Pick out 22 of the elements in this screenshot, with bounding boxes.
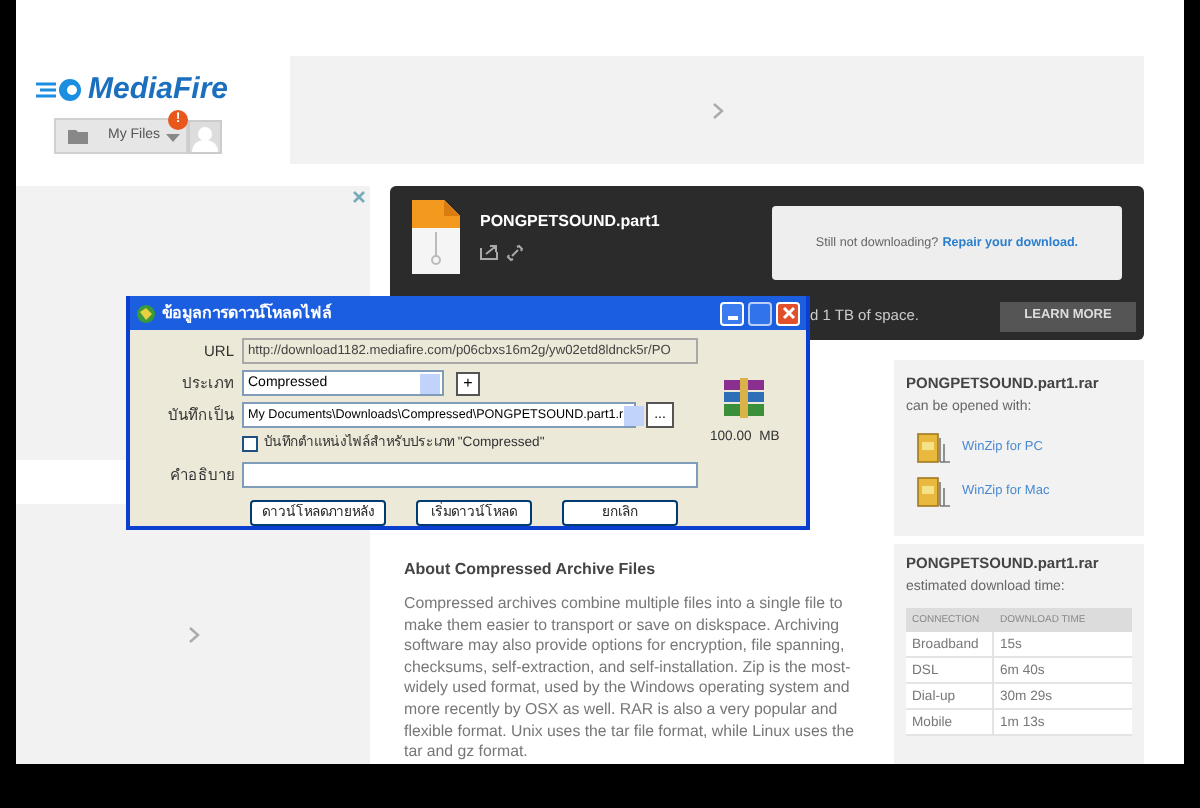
archive-icon: [914, 475, 950, 508]
add-button[interactable]: +: [456, 371, 480, 395]
file-name: PONGPETSOUND.part1: [480, 210, 660, 234]
archive-icon: [914, 431, 950, 464]
chevron-icon: [711, 101, 723, 119]
description-field[interactable]: [242, 462, 698, 489]
minimize-button[interactable]: [720, 301, 744, 325]
globe-icon: [136, 303, 156, 323]
dialog-title: ข้อมูลการดาวน์โหลดไฟล์: [162, 301, 332, 325]
share-icon[interactable]: [480, 244, 498, 260]
maximize-button[interactable]: [748, 301, 772, 325]
dropdown-caret-icon: [166, 134, 180, 142]
rar-archive-icon: [722, 378, 767, 418]
zip-file-icon: [412, 200, 460, 274]
close-icon: [781, 306, 795, 320]
chevron-icon: [187, 625, 199, 643]
section-title: About Compressed Archive Files: [404, 558, 658, 582]
logo[interactable]: MediaFire: [88, 72, 229, 106]
link-icon[interactable]: [506, 244, 524, 262]
checkbox[interactable]: [242, 436, 258, 453]
close-button[interactable]: [776, 301, 800, 325]
folder-icon: [68, 128, 88, 144]
